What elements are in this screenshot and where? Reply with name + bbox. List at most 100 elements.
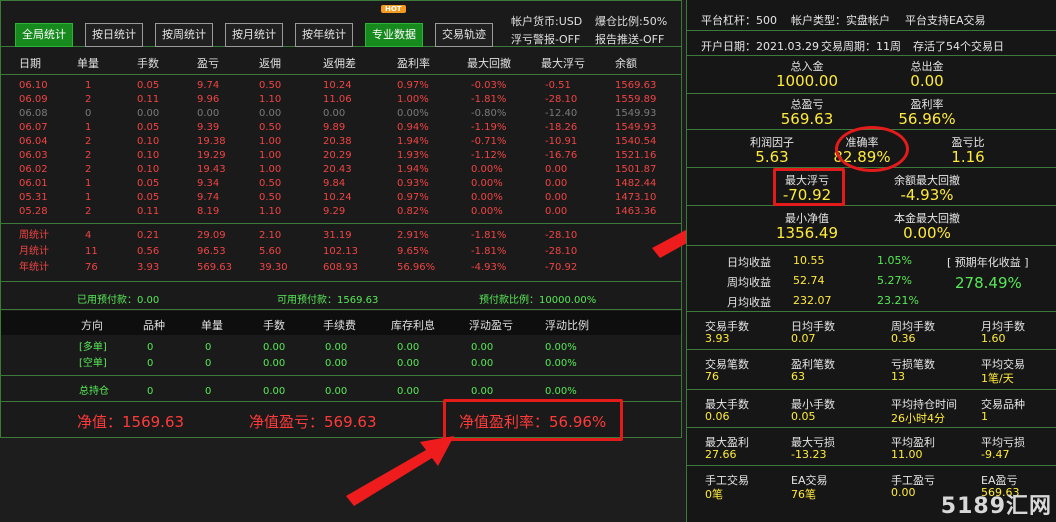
table-cell: 20.43 (323, 164, 352, 175)
table-cell: 2.91% (397, 230, 429, 241)
table-cell: -4.93% (471, 262, 507, 273)
position-cell: 0.00 (325, 386, 348, 397)
summary-row: 年统计 76 3.93 569.63 39.30 608.93 56.96% -4.93% -7… (1, 261, 681, 275)
pro-data-button[interactable]: 专业数据 (365, 23, 423, 47)
table-cell: 0.05 (137, 122, 160, 133)
stat-value: 1.60 (981, 332, 1006, 345)
table-row: 06.08 0 0.00 0.00 0.00 0.00 0.00% -0.80% -12.40 1… (1, 107, 681, 121)
table-cell: 9.89 (323, 122, 346, 133)
table-cell: 0.97% (397, 80, 429, 91)
table-cell: -28.10 (545, 230, 578, 241)
ea-support: 平台支持EA交易 (905, 14, 986, 27)
monthly-stats-button[interactable]: 按月统计 (225, 23, 283, 47)
table-cell: 0.10 (137, 136, 160, 147)
table-cell: 0.00 (137, 108, 160, 119)
stats-group: 交易笔数 76 盈利笔数 63 亏损笔数 13 平均交易 1笔/天 (687, 350, 1056, 390)
daily-return-pct: 1.05% (877, 254, 912, 267)
used-prepay: 已用预付款：0.00 (77, 295, 160, 306)
position-cell: 0.00 (397, 386, 420, 397)
weekly-return-value: 52.74 (793, 274, 825, 287)
table-cell: 06.07 (19, 122, 48, 133)
table-cell: -1.12% (471, 150, 507, 161)
weekly-return-label: 周均收益 (727, 276, 771, 289)
stat-value: -13.23 (791, 448, 827, 461)
table-cell: 1.10 (259, 94, 282, 105)
position-cell: [多单] (79, 342, 107, 353)
account-currency: 帐户货币:USD (511, 15, 583, 28)
col-max-float-loss: 最大浮亏 (541, 57, 585, 70)
table-row: 05.31 1 0.05 9.74 0.50 10.24 0.97% 0.00% 0.00 147… (1, 191, 681, 205)
daily-stats-button[interactable]: 按日统计 (85, 23, 143, 47)
stat-value: 1笔/天 (981, 372, 1014, 385)
global-stats-button[interactable]: 全局统计 (15, 23, 73, 47)
table-cell: 1.00 (259, 136, 282, 147)
position-cell: [空单] (79, 358, 107, 369)
table-cell: -0.51 (545, 80, 571, 91)
table-cell: 0.50 (259, 80, 282, 91)
table-cell: 39.30 (259, 262, 288, 273)
stat-value: 0.06 (705, 410, 730, 423)
stat-value: 0.07 (791, 332, 816, 345)
col-orders: 单量 (77, 57, 99, 70)
table-cell: 0.50 (259, 192, 282, 203)
divider (1, 309, 681, 310)
table-cell: 0.97% (397, 192, 429, 203)
weekly-stats-button[interactable]: 按周统计 (155, 23, 213, 47)
pos-col-symbol: 品种 (143, 319, 165, 332)
min-net-value: 1356.49 (775, 224, 839, 242)
table-cell: -28.10 (545, 246, 578, 257)
pos-col-float-pl: 浮动盈亏 (469, 319, 513, 332)
table-cell: 0.56 (137, 246, 160, 257)
open-date: 开户日期：2021.03.29 (701, 40, 819, 53)
table-cell: 06.01 (19, 178, 48, 189)
table-cell: 0.50 (259, 178, 282, 189)
pos-col-direction: 方向 (81, 319, 103, 332)
total-pl-value: 569.63 (780, 110, 834, 128)
table-cell: 1 (85, 192, 92, 203)
total-withdraw-value: 0.00 (910, 72, 944, 90)
table-cell: 06.02 (19, 164, 48, 175)
pos-col-fee: 手续费 (323, 319, 356, 332)
table-cell: 1.94% (397, 164, 429, 175)
table-cell: 05.28 (19, 206, 48, 217)
table-cell: 06.10 (19, 80, 48, 91)
report-push-toggle[interactable]: 报告推送-OFF (595, 31, 664, 47)
table-cell: 9.34 (197, 178, 220, 189)
position-cell: 0 (205, 386, 212, 397)
table-cell: 2 (85, 164, 92, 175)
principal-drawdown-value: 0.00% (903, 224, 951, 242)
total-deposit-value: 1000.00 (775, 72, 839, 90)
float-alert-toggle[interactable]: 浮亏警报-OFF (511, 31, 580, 47)
highlight-circle (835, 126, 909, 172)
table-cell: 4 (85, 230, 92, 241)
table-cell: 0.10 (137, 150, 160, 161)
pos-col-float-ratio: 浮动比例 (545, 319, 589, 332)
yearly-stats-button[interactable]: 按年统计 (295, 23, 353, 47)
positions-header: 方向 品种 单量 手数 手续费 库存利息 浮动盈亏 浮动比例 (1, 311, 681, 335)
position-cell: 0.00% (545, 386, 577, 397)
table-cell: 05.31 (19, 192, 48, 203)
position-cell: 0.00 (263, 358, 286, 369)
table-cell: 0.10 (137, 164, 160, 175)
table-cell: 0.00% (397, 108, 429, 119)
trade-track-button[interactable]: 交易轨迹 (435, 23, 493, 47)
table-cell: 1.00% (397, 94, 429, 105)
table-cell: 1549.93 (615, 108, 657, 119)
table-cell: -0.71% (471, 136, 507, 147)
position-cell: 总持仓 (79, 386, 109, 397)
table-cell: 0.11 (137, 206, 160, 217)
position-cell: 0.00 (325, 342, 348, 353)
profit-section: 总盈亏 569.63 盈利率 56.96% (687, 94, 1056, 130)
weekly-return-pct: 5.27% (877, 274, 912, 287)
table-row: 06.10 1 0.05 9.74 0.50 10.24 0.97% -0.03% -0.51 1… (1, 79, 681, 93)
table-cell: 1540.54 (615, 136, 657, 147)
table-cell: 2 (85, 150, 92, 161)
highlight-box (443, 399, 623, 441)
table-cell: 0.21 (137, 230, 160, 241)
daily-return-value: 10.55 (793, 254, 825, 267)
position-cell: 0.00 (397, 342, 420, 353)
survival-days: 存活了54个交易日 (913, 40, 1004, 53)
table-cell: 0.00% (471, 178, 503, 189)
table-cell: 0.00 (259, 108, 282, 119)
table-cell: 1 (85, 122, 92, 133)
